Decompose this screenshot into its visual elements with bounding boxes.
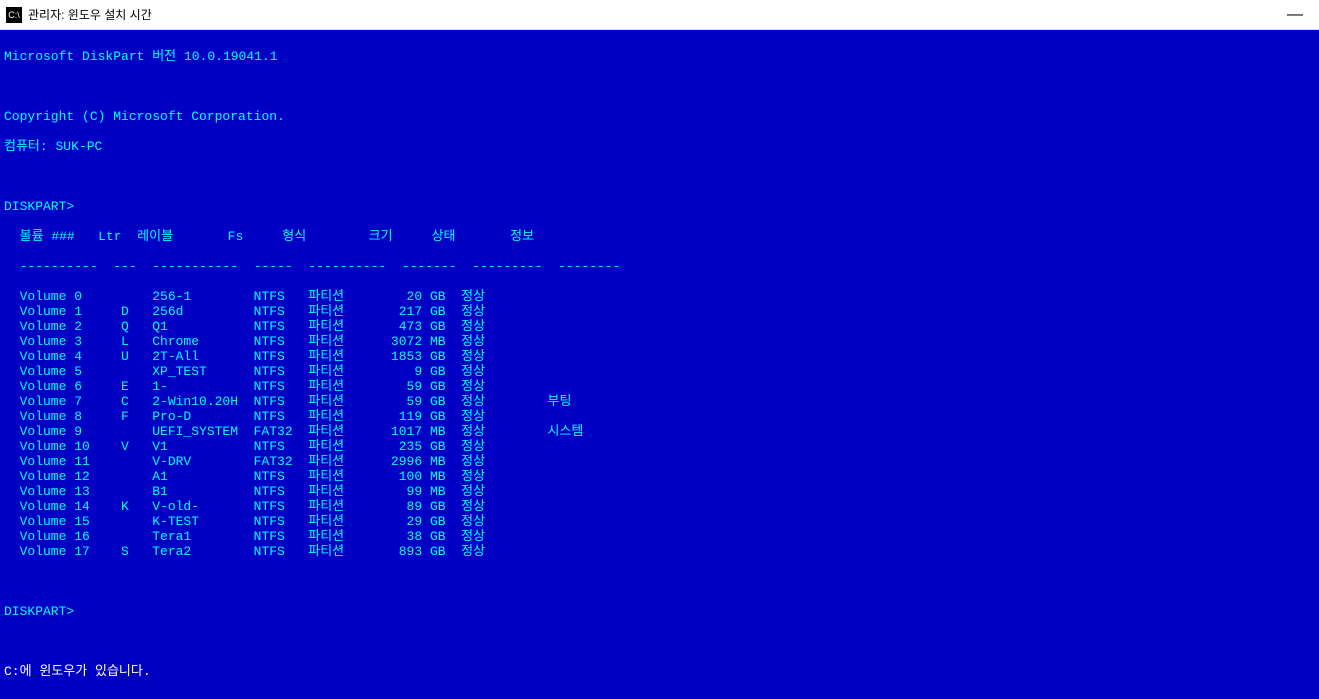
table-row: Volume 16 Tera1 NTFS 파티션 38 GB 정상 xyxy=(4,529,1315,544)
table-row: Volume 10 V V1 NTFS 파티션 235 GB 정상 xyxy=(4,439,1315,454)
table-row: Volume 8 F Pro-D NTFS 파티션 119 GB 정상 xyxy=(4,409,1315,424)
table-row: Volume 1 D 256d NTFS 파티션 217 GB 정상 xyxy=(4,304,1315,319)
terminal-output[interactable]: Microsoft DiskPart 버전 10.0.19041.1 Copyr… xyxy=(0,30,1319,699)
table-row: Volume 14 K V-old- NTFS 파티션 89 GB 정상 xyxy=(4,499,1315,514)
window-title: 관리자: 윈도우 설치 시간 xyxy=(28,6,152,23)
table-header: 볼륨 ### Ltr 레이블 Fs 형식 크기 상태 정보 xyxy=(4,229,1315,244)
table-row: Volume 4 U 2T-All NTFS 파티션 1853 GB 정상 xyxy=(4,349,1315,364)
diskpart-prompt-2: DISKPART> xyxy=(4,604,1315,619)
table-row: Volume 2 Q Q1 NTFS 파티션 473 GB 정상 xyxy=(4,319,1315,334)
minimize-button[interactable]: — xyxy=(1277,6,1313,24)
table-row: Volume 6 E 1- NTFS 파티션 59 GB 정상 xyxy=(4,379,1315,394)
computer-name: 컴퓨터: SUK-PC xyxy=(4,139,1315,154)
table-row: Volume 3 L Chrome NTFS 파티션 3072 MB 정상 xyxy=(4,334,1315,349)
diskpart-version: Microsoft DiskPart 버전 10.0.19041.1 xyxy=(4,49,1315,64)
table-row: Volume 0 256-1 NTFS 파티션 20 GB 정상 xyxy=(4,289,1315,304)
table-row: Volume 13 B1 NTFS 파티션 99 MB 정상 xyxy=(4,484,1315,499)
table-divider: ---------- --- ----------- ----- -------… xyxy=(4,259,1315,274)
windows-location-msg: C:에 윈도우가 있습니다. xyxy=(4,664,1315,679)
volume-list: Volume 0 256-1 NTFS 파티션 20 GB 정상 Volume … xyxy=(4,289,1315,559)
table-row: Volume 17 S Tera2 NTFS 파티션 893 GB 정상 xyxy=(4,544,1315,559)
table-row: Volume 9 UEFI_SYSTEM FAT32 파티션 1017 MB 정… xyxy=(4,424,1315,439)
table-row: Volume 7 C 2-Win10.20H NTFS 파티션 59 GB 정상… xyxy=(4,394,1315,409)
console-window: C:\ 관리자: 윈도우 설치 시간 — Microsoft DiskPart … xyxy=(0,0,1319,699)
titlebar[interactable]: C:\ 관리자: 윈도우 설치 시간 — xyxy=(0,0,1319,30)
diskpart-prompt: DISKPART> xyxy=(4,199,1315,214)
table-row: Volume 11 V-DRV FAT32 파티션 2996 MB 정상 xyxy=(4,454,1315,469)
copyright: Copyright (C) Microsoft Corporation. xyxy=(4,109,1315,124)
cmd-icon: C:\ xyxy=(6,7,22,23)
table-row: Volume 5 XP_TEST NTFS 파티션 9 GB 정상 xyxy=(4,364,1315,379)
table-row: Volume 12 A1 NTFS 파티션 100 MB 정상 xyxy=(4,469,1315,484)
table-row: Volume 15 K-TEST NTFS 파티션 29 GB 정상 xyxy=(4,514,1315,529)
